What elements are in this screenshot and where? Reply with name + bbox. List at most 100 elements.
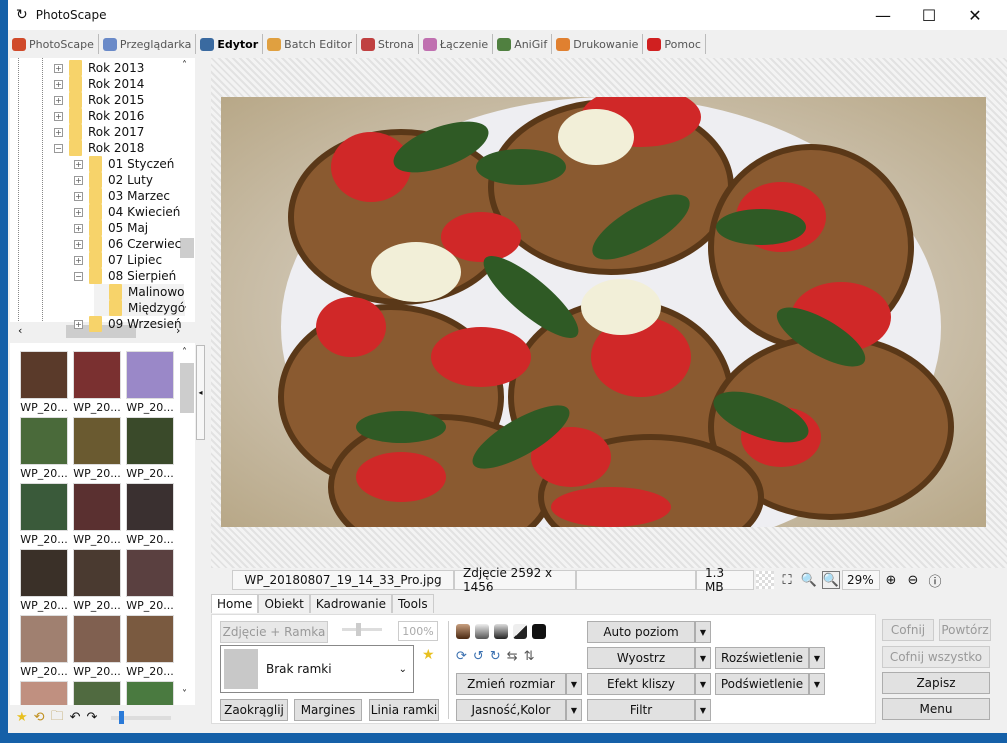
actual-size-icon[interactable]: 🔍 — [800, 571, 818, 589]
film-effect-dropdown[interactable]: ▼ — [695, 673, 711, 695]
expand-toggle-icon[interactable]: + — [74, 175, 83, 185]
tree-vscroll-thumb[interactable] — [180, 238, 194, 258]
tone-sepia-icon[interactable] — [456, 624, 470, 639]
expand-toggle-icon[interactable]: + — [54, 63, 63, 73]
undo-all-button[interactable]: Cofnij wszystko — [882, 646, 990, 668]
round-button[interactable]: Zaokrąglij — [220, 699, 288, 721]
expand-toggle-icon[interactable]: + — [74, 239, 83, 249]
image-canvas[interactable] — [211, 58, 1007, 568]
thumbnail[interactable] — [20, 351, 68, 399]
thumbnail[interactable] — [126, 549, 174, 597]
expand-toggle-icon[interactable]: + — [74, 207, 83, 217]
tree-node[interactable]: Malinowo — [94, 284, 185, 300]
expand-toggle-icon[interactable]: + — [54, 95, 63, 105]
tree-node[interactable]: + Rok 2014 — [54, 76, 144, 92]
undo-button[interactable]: Cofnij — [882, 619, 934, 641]
folder-tree[interactable]: ˄ ˅ ‹ › +Rok 2013+Rok 2014+Rok 2015+Rok … — [10, 58, 195, 341]
tone-contrast-icon[interactable] — [513, 624, 527, 639]
thumbnail[interactable] — [73, 483, 121, 531]
minimize-button[interactable]: — — [860, 0, 906, 30]
tab-anigif[interactable]: AniGif — [493, 34, 553, 54]
zoom-out-icon[interactable]: ⊖ — [904, 571, 922, 589]
thumbnail-grid[interactable]: ˄ ˅ WP_20... WP_20... WP_20... WP_20... WP_2… — [10, 343, 195, 705]
tab-strona[interactable]: Strona — [357, 34, 419, 54]
expand-toggle-icon[interactable]: + — [74, 223, 83, 233]
expand-toggle-icon[interactable]: + — [54, 111, 63, 121]
editor-tab-tools[interactable]: Tools — [392, 594, 434, 613]
tone-gray-icon[interactable] — [494, 624, 508, 639]
tree-node[interactable]: +06 Czerwiec — [74, 236, 181, 252]
tree-node[interactable]: + Rok 2017 — [54, 124, 144, 140]
thumbnail[interactable] — [126, 615, 174, 663]
thumbnail[interactable] — [126, 483, 174, 531]
thumbnail[interactable] — [20, 681, 68, 705]
sharpen-dropdown[interactable]: ▼ — [695, 647, 711, 669]
resize-dropdown[interactable]: ▼ — [566, 673, 582, 695]
editor-tab-obiekt[interactable]: Obiekt — [258, 594, 310, 613]
opacity-slider[interactable] — [342, 623, 382, 636]
tone-light-icon[interactable] — [475, 624, 489, 639]
expand-toggle-icon[interactable]: + — [54, 79, 63, 89]
tree-node[interactable]: + Rok 2013 — [54, 60, 144, 76]
redo-button[interactable]: Powtórz — [939, 619, 991, 641]
transparency-icon[interactable] — [756, 571, 774, 589]
thumbnail[interactable] — [73, 681, 121, 705]
tree-node[interactable]: +02 Luty — [74, 172, 153, 188]
thumbnail[interactable] — [73, 549, 121, 597]
filter-button[interactable]: Filtr — [587, 699, 695, 721]
info-icon[interactable]: ⓘ — [926, 571, 944, 590]
thumbnail[interactable] — [73, 417, 121, 465]
expand-toggle-icon[interactable]: + — [74, 191, 83, 201]
thumbnail[interactable] — [73, 351, 121, 399]
rotate-right-icon[interactable]: ↻ — [490, 649, 501, 664]
fit-to-screen-icon[interactable]: ⛶ — [778, 571, 796, 589]
tree-node[interactable]: +09 Wrzesień — [74, 316, 182, 332]
editor-tab-kadrowanie[interactable]: Kadrowanie — [309, 594, 393, 613]
tree-node[interactable]: + Rok 2016 — [54, 108, 144, 124]
tab-pomoc[interactable]: Pomoc — [643, 34, 706, 54]
back-arrow-icon[interactable]: ↶ — [70, 710, 81, 725]
tab-edytor[interactable]: Edytor — [196, 34, 264, 54]
fill-light-dropdown[interactable]: ▼ — [809, 673, 825, 695]
resize-button[interactable]: Zmień rozmiar — [456, 673, 566, 695]
rotate-left-icon[interactable]: ↺ — [473, 649, 484, 664]
brightness-color-dropdown[interactable]: ▼ — [566, 699, 582, 721]
thumbnail[interactable] — [126, 681, 174, 705]
thumbs-vscroll-thumb[interactable] — [180, 363, 194, 413]
sharpen-button[interactable]: Wyostrz — [587, 647, 695, 669]
auto-level-dropdown[interactable]: ▼ — [695, 621, 711, 643]
filter-dropdown[interactable]: ▼ — [695, 699, 711, 721]
photo-frame-button[interactable]: Zdjęcie + Ramka — [220, 621, 328, 643]
expand-toggle-icon[interactable]: + — [74, 319, 83, 329]
star-icon[interactable]: ★ — [422, 647, 435, 663]
opacity-value[interactable]: 100% — [398, 621, 438, 641]
tone-invert-icon[interactable] — [532, 624, 546, 639]
expand-toggle-icon[interactable]: + — [74, 255, 83, 265]
tree-node[interactable]: Międzygó — [94, 300, 186, 316]
close-button[interactable]: ✕ — [952, 0, 998, 30]
thumbnail[interactable] — [20, 483, 68, 531]
maximize-button[interactable]: ☐ — [906, 0, 952, 30]
thumbnail[interactable] — [20, 417, 68, 465]
tree-node[interactable]: − 08 Sierpień — [74, 268, 176, 284]
thumbnail[interactable] — [20, 549, 68, 597]
tree-node[interactable]: +05 Maj — [74, 220, 148, 236]
tree-node[interactable]: +01 Styczeń — [74, 156, 174, 172]
tab-batch-editor[interactable]: Batch Editor — [263, 34, 357, 54]
backlight-dropdown[interactable]: ▼ — [809, 647, 825, 669]
expand-toggle-icon[interactable]: + — [74, 159, 83, 169]
tree-node[interactable]: + Rok 2015 — [54, 92, 144, 108]
thumbnail[interactable] — [20, 615, 68, 663]
zoom-level[interactable]: 29% — [842, 570, 880, 590]
scroll-up-icon[interactable]: ˄ — [182, 347, 187, 358]
tab-przeglądarka[interactable]: Przeglądarka — [99, 34, 197, 54]
frame-select[interactable]: Brak ramki ⌄ — [220, 645, 414, 693]
tab-photoscape[interactable]: PhotoScape — [8, 34, 99, 54]
fill-light-button[interactable]: Podświetlenie — [715, 673, 809, 695]
flip-horizontal-icon[interactable]: ⇆ — [507, 649, 518, 664]
scroll-left-icon[interactable]: ‹ — [18, 324, 22, 337]
rotate-free-icon[interactable]: ⟳ — [456, 649, 467, 664]
folder-search-icon[interactable]: 🗀 — [51, 707, 64, 729]
frame-line-button[interactable]: Linia ramki — [369, 699, 439, 721]
margins-button[interactable]: Margines — [294, 699, 362, 721]
